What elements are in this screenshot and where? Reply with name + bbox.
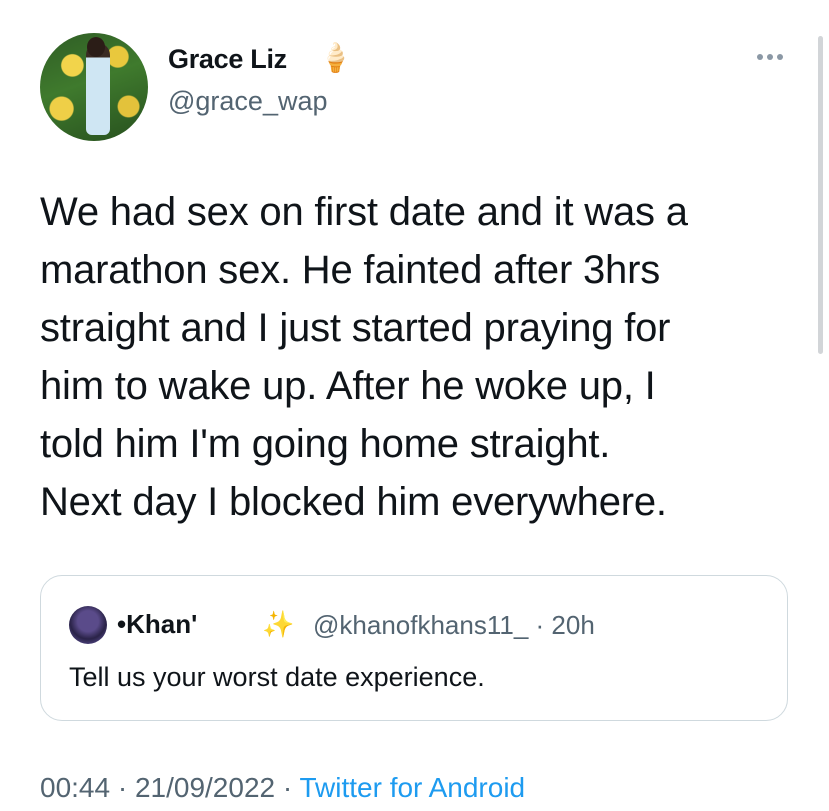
author-display-name[interactable]: Grace Liz xyxy=(168,44,287,75)
ice-cream-emoji-icon: 🍦 xyxy=(318,42,353,73)
quoted-author-avatar xyxy=(69,606,107,644)
more-options-button[interactable] xyxy=(752,44,788,70)
quoted-tweet[interactable]: •Khan' ✨ @khanofkhans11_ · 20h Tell us y… xyxy=(40,575,788,721)
avatar-figure xyxy=(86,43,110,135)
quoted-author-meta: @khanofkhans11_ · 20h xyxy=(313,610,595,640)
tweet-detail: Grace Liz 🍦 @grace_wap We had sex on fir… xyxy=(0,0,829,811)
tweet-text: We had sex on first date and it was a ma… xyxy=(40,190,688,524)
more-dot-icon xyxy=(777,54,783,60)
more-dot-icon xyxy=(767,54,773,60)
avatar-head xyxy=(87,37,105,57)
tweet-footer: 00:44 · 21/09/2022 · Twitter for Android xyxy=(40,772,525,804)
quoted-tweet-text: Tell us your worst date experience. xyxy=(69,662,485,692)
tweet-source-link[interactable]: Twitter for Android xyxy=(299,772,525,803)
sparkles-emoji-icon: ✨ xyxy=(262,609,295,639)
author-avatar[interactable] xyxy=(40,33,148,141)
author-handle[interactable]: @grace_wap xyxy=(168,86,328,117)
quoted-author-display-name: •Khan' xyxy=(117,609,198,639)
tweet-timestamp[interactable]: 00:44 · 21/09/2022 · xyxy=(40,772,299,803)
more-dot-icon xyxy=(757,54,763,60)
scrollbar[interactable] xyxy=(818,36,823,354)
